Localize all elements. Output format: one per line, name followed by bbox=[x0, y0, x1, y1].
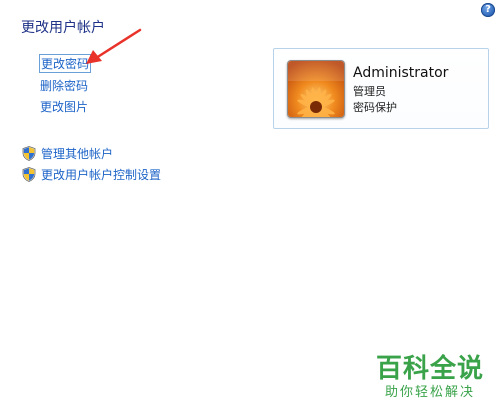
watermark-subtitle: 助你轻松解决 bbox=[384, 385, 475, 400]
uac-settings-link[interactable]: 更改用户帐户控制设置 bbox=[22, 166, 161, 183]
manage-other-accounts-label: 管理其他帐户 bbox=[41, 147, 114, 161]
watermark: 百科全说 助你轻松解决 bbox=[374, 354, 486, 402]
manage-other-accounts-link[interactable]: 管理其他帐户 bbox=[22, 145, 113, 162]
help-icon[interactable]: ? bbox=[481, 3, 495, 17]
uac-shield-icon bbox=[22, 167, 36, 182]
uac-shield-icon bbox=[22, 146, 36, 161]
remove-password-link[interactable]: 删除密码 bbox=[40, 77, 88, 94]
account-password-status: 密码保护 bbox=[353, 101, 397, 114]
change-picture-link[interactable]: 更改图片 bbox=[40, 98, 88, 115]
uac-settings-label: 更改用户帐户控制设置 bbox=[41, 168, 162, 182]
watermark-title: 百科全说 bbox=[375, 354, 484, 384]
account-picture bbox=[287, 60, 345, 118]
account-name: Administrator bbox=[353, 65, 449, 81]
account-role: 管理员 bbox=[353, 85, 386, 98]
flower-avatar-icon bbox=[288, 61, 344, 117]
annotation-arrow-icon bbox=[86, 28, 142, 64]
account-card: Administrator 管理员 密码保护 bbox=[273, 48, 489, 129]
